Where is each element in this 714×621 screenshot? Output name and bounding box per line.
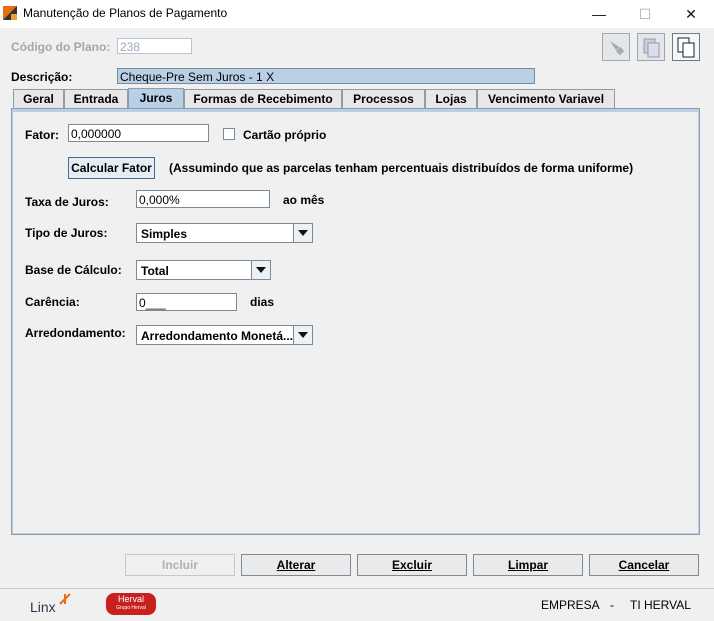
alterar-button[interactable]: Alterar — [241, 554, 351, 576]
copy-disabled-tool-button[interactable] — [637, 33, 665, 61]
cartao-proprio-label: Cartão próprio — [243, 128, 327, 142]
minimize-button[interactable]: — — [576, 0, 622, 28]
base-calculo-value: Total — [141, 264, 169, 278]
taxa-juros-field[interactable]: 0,000% — [136, 190, 270, 208]
tab-entrada[interactable]: Entrada — [64, 89, 128, 108]
tab-lojas[interactable]: Lojas — [425, 89, 477, 108]
carencia-field[interactable]: 0___ — [136, 293, 237, 311]
company-name: TI HERVAL — [630, 598, 691, 612]
copy-icon — [643, 38, 660, 58]
base-calculo-label: Base de Cálculo: — [25, 263, 122, 277]
app-icon — [3, 6, 17, 20]
flashlight-tool-button[interactable] — [602, 33, 630, 61]
chevron-down-icon[interactable] — [293, 326, 312, 344]
tipo-juros-label: Tipo de Juros: — [25, 226, 108, 240]
limpar-button[interactable]: Limpar — [473, 554, 583, 576]
arredondamento-select[interactable]: Arredondamento Monetá... — [136, 325, 313, 345]
maximize-button[interactable]: ☐ — [622, 0, 668, 28]
title-bar: Manutenção de Planos de Pagamento — ☐ ✕ — [0, 0, 714, 28]
taxa-juros-label: Taxa de Juros: — [25, 195, 109, 209]
fator-label: Fator: — [25, 128, 59, 142]
cartao-proprio-checkbox[interactable] — [223, 128, 235, 140]
herval-logo-text: Herval — [117, 594, 144, 604]
codigo-label: Código do Plano: — [11, 40, 111, 54]
flashlight-icon — [610, 41, 625, 56]
calcular-fator-button[interactable]: Calcular Fator — [68, 157, 155, 179]
tab-juros[interactable]: Juros — [128, 88, 184, 109]
calcular-note: (Assumindo que as parcelas tenham percen… — [169, 161, 634, 175]
descricao-field[interactable]: Cheque-Pre Sem Juros - 1 X — [117, 68, 535, 84]
codigo-field: 238 — [117, 38, 192, 54]
duplicate-icon — [677, 37, 695, 58]
status-bar: Linx Herval Grupo Herval EMPRESA - TI HE… — [0, 588, 714, 621]
status-separator: - — [610, 598, 614, 612]
carencia-suffix: dias — [250, 295, 275, 309]
window-title: Manutenção de Planos de Pagamento — [23, 6, 228, 20]
arredondamento-label: Arredondamento: — [25, 326, 126, 340]
cancelar-button[interactable]: Cancelar — [589, 554, 699, 576]
chevron-down-icon[interactable] — [293, 224, 312, 242]
linx-star-icon — [59, 593, 71, 605]
tipo-juros-value: Simples — [141, 227, 188, 241]
empresa-label: EMPRESA — [541, 598, 600, 612]
chevron-down-icon[interactable] — [251, 261, 270, 279]
duplicate-tool-button[interactable] — [672, 33, 700, 61]
tab-formas-de-recebimento[interactable]: Formas de Recebimento — [184, 89, 342, 108]
tipo-juros-select[interactable]: Simples — [136, 223, 313, 243]
carencia-label: Carência: — [25, 295, 80, 309]
excluir-button[interactable]: Excluir — [357, 554, 467, 576]
arredondamento-value: Arredondamento Monetá... — [141, 329, 294, 343]
herval-logo: Herval Grupo Herval — [106, 593, 156, 615]
herval-logo-subtext: Grupo Herval — [116, 605, 146, 611]
incluir-button[interactable]: Incluir — [125, 554, 235, 576]
descricao-label: Descrição: — [11, 70, 73, 84]
base-calculo-select[interactable]: Total — [136, 260, 271, 280]
tab-processos[interactable]: Processos — [342, 89, 425, 108]
fator-field[interactable]: 0,000000 — [68, 124, 209, 142]
linx-logo: Linx — [30, 599, 56, 615]
tab-geral[interactable]: Geral — [13, 89, 64, 108]
taxa-suffix: ao mês — [283, 193, 325, 207]
tab-vencimento-variavel[interactable]: Vencimento Variavel — [477, 89, 615, 108]
close-button[interactable]: ✕ — [668, 0, 714, 28]
